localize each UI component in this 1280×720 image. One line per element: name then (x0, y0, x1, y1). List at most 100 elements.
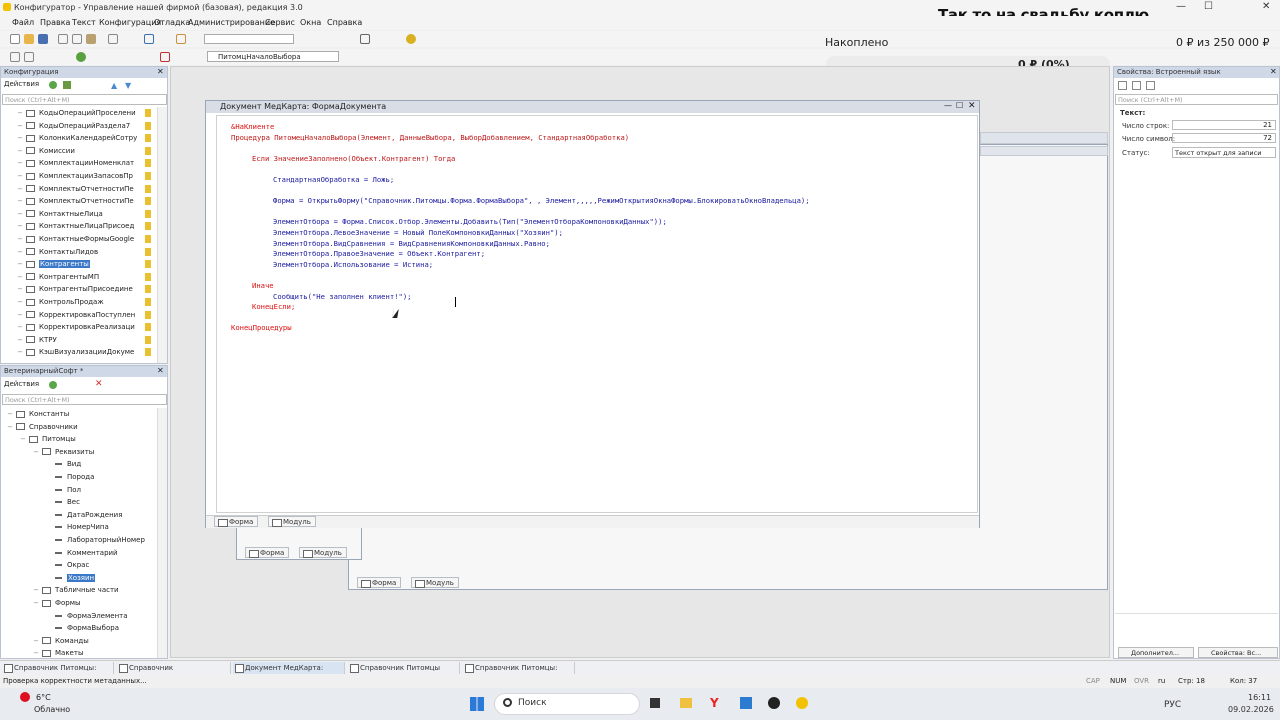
collapse-icon[interactable]: − (17, 271, 23, 283)
properties-close-icon[interactable]: ✕ (1270, 67, 1277, 76)
editor-maximize-icon[interactable]: ☐ (956, 101, 963, 110)
menu-configuration[interactable]: Конфигурация (99, 18, 161, 27)
extension-tree-item[interactable]: ЛабораторныйНомер (46, 534, 145, 546)
start-icon[interactable] (470, 697, 484, 711)
collapse-icon[interactable]: − (17, 120, 23, 132)
extension-tree-item[interactable]: ФормаВыбора (46, 622, 119, 634)
menu-debug[interactable]: Отладка (154, 18, 190, 27)
background-window-4-header[interactable] (980, 146, 1108, 156)
menu-service[interactable]: Сервис (265, 18, 295, 27)
more-button[interactable]: Дополнител... (1118, 647, 1194, 658)
config-search[interactable]: Поиск (Ctrl+Alt+M) (2, 94, 167, 105)
collapse-icon[interactable]: − (17, 246, 23, 258)
ext-add-icon[interactable] (49, 381, 57, 389)
window-tab[interactable]: Справочник Питомцы: Фор... (463, 662, 575, 684)
github-icon[interactable] (768, 697, 780, 709)
sort-icon[interactable] (1118, 81, 1127, 90)
editor-tab-module[interactable]: Модуль (268, 516, 316, 527)
config-tree-item[interactable]: − КонтактыЛидов (17, 246, 151, 258)
yandex-icon[interactable]: Y (710, 696, 719, 710)
extension-tree-item[interactable]: Вид (46, 458, 81, 470)
extension-tree-item[interactable]: ДатаРождения (46, 509, 122, 521)
config-tree-item[interactable]: − КодыОперацийПроселени (17, 107, 151, 119)
extension-tree-item[interactable]: − Формы (33, 597, 81, 609)
window-tab[interactable]: Справочник Питомцы (348, 662, 460, 674)
run-icon[interactable] (76, 52, 86, 62)
open-icon[interactable] (24, 34, 34, 44)
collapse-icon[interactable]: − (17, 145, 23, 157)
collapse-icon[interactable]: − (33, 446, 39, 458)
collapse-icon[interactable]: − (17, 258, 23, 270)
collapse-icon[interactable]: − (33, 597, 39, 609)
collapse-icon[interactable]: − (17, 296, 23, 308)
extension-tree-item[interactable]: − Макеты (33, 647, 83, 659)
vscode-icon[interactable] (740, 697, 752, 709)
add-icon[interactable] (49, 81, 57, 89)
edit-icon[interactable] (63, 81, 71, 89)
menu-file[interactable]: Файл (12, 18, 34, 27)
bg1-tab-form[interactable]: Форма (357, 577, 402, 588)
collapse-icon[interactable]: − (17, 170, 23, 182)
config-tree-item[interactable]: − КолонкиКалендарейСотру (17, 132, 151, 144)
sort-alpha-icon[interactable] (1132, 81, 1141, 90)
code-area[interactable]: &НаКлиенте Процедура ПитомецНачалоВыбора(… (216, 115, 978, 513)
collapse-icon[interactable]: − (17, 132, 23, 144)
extension-scrollbar[interactable] (157, 408, 167, 658)
editor-tab-form[interactable]: Форма (214, 516, 259, 527)
weather-temp[interactable]: 6°C (36, 693, 51, 702)
config-tree-item[interactable]: − КорректировкаПоступлен (17, 309, 151, 321)
stop-icon[interactable] (160, 52, 170, 62)
extension-tree-item[interactable]: НомерЧипа (46, 521, 109, 533)
extension-tree-item[interactable]: − Справочники (7, 421, 78, 433)
config-tree-item[interactable]: − КТРУ (17, 334, 151, 346)
layout-icon[interactable] (10, 52, 20, 62)
extension-tree-item[interactable]: − Питомцы (20, 433, 76, 445)
collapse-icon[interactable]: − (17, 334, 23, 346)
config-tree-item[interactable]: − КонтрольПродаж (17, 296, 151, 308)
ext-delete-icon[interactable]: ✕ (95, 379, 103, 389)
tray-date[interactable]: 09.02.2026 (1228, 705, 1274, 714)
undo-icon[interactable] (144, 34, 154, 44)
paste-icon[interactable] (86, 34, 96, 44)
procedure-combo[interactable]: ПитомцНачалоВыбора (207, 51, 339, 62)
config-tree-item[interactable]: − КонтактныеЛица (17, 208, 151, 220)
extension-search[interactable]: Поиск (Ctrl+Alt+M) (2, 394, 167, 405)
config-scrollbar[interactable] (157, 107, 167, 363)
up-icon[interactable]: ▲ (111, 81, 117, 90)
menu-text[interactable]: Текст (72, 18, 96, 27)
extension-tree-item[interactable]: − Константы (7, 408, 69, 420)
collapse-icon[interactable]: − (17, 346, 23, 358)
tray-time[interactable]: 16:11 (1248, 693, 1271, 702)
config-tree-item[interactable]: − КорректировкаРеализаци (17, 321, 151, 333)
menu-windows[interactable]: Окна (300, 18, 321, 27)
collapse-icon[interactable]: − (17, 309, 23, 321)
prop-value-status[interactable]: Текст открыт для записи (1172, 147, 1276, 158)
config-tree-item[interactable]: − Контрагенты (17, 258, 151, 270)
taskview-icon[interactable] (650, 698, 660, 708)
window-tab-active[interactable]: Документ МедКарта: Форм... (233, 662, 345, 684)
menu-admin[interactable]: Администрирование (188, 18, 275, 27)
editor-close-icon[interactable]: ✕ (968, 101, 976, 111)
prop-value-lines[interactable]: 21 (1172, 120, 1276, 130)
collapse-icon[interactable]: − (17, 183, 23, 195)
maximize-button[interactable]: ☐ (1204, 1, 1213, 12)
collapse-icon[interactable]: − (17, 195, 23, 207)
config-tree-item[interactable]: − КомплектыОтчетностиПе (17, 195, 151, 207)
window-tab[interactable]: Справочник ОкрасыПитомц... (117, 662, 231, 684)
taskbar-search[interactable] (494, 693, 640, 715)
filter-icon[interactable] (1146, 81, 1155, 90)
extension-tree-item[interactable]: Окрас (46, 559, 89, 571)
extension-tree-item[interactable]: Пол (46, 484, 81, 496)
debug-icon[interactable] (360, 34, 370, 44)
collapse-icon[interactable]: − (17, 283, 23, 295)
menu-help[interactable]: Справка (327, 18, 362, 27)
collapse-icon[interactable]: − (20, 433, 26, 445)
extension-panel-close-icon[interactable]: ✕ (157, 366, 164, 375)
minimize-button[interactable]: — (1176, 1, 1186, 12)
collapse-icon[interactable]: − (17, 107, 23, 119)
config-tree-item[interactable]: − КонтрагентыМП (17, 271, 151, 283)
find-icon[interactable] (176, 34, 186, 44)
new-icon[interactable] (10, 34, 20, 44)
1c-icon[interactable] (796, 697, 808, 709)
module-icon[interactable] (24, 52, 34, 62)
